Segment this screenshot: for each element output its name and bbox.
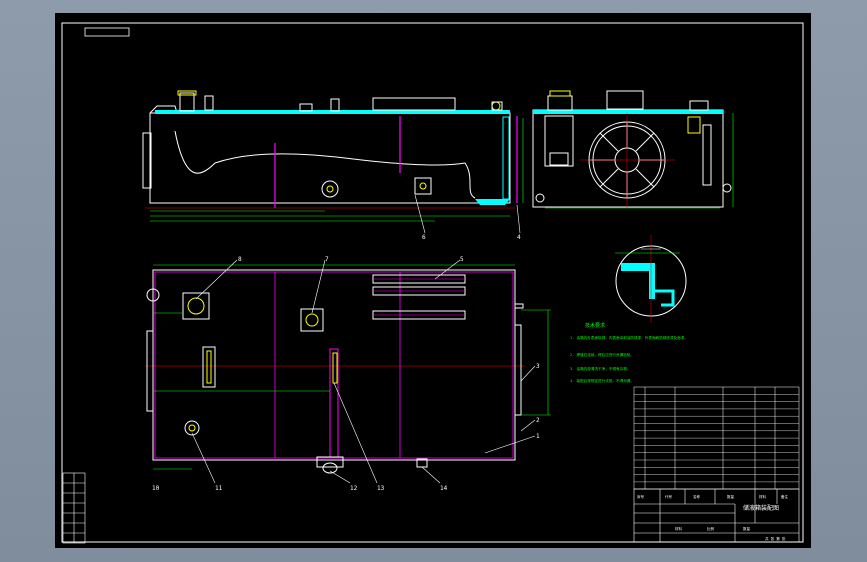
title-block-material: 材料: [675, 526, 683, 531]
assembly-drawing: 6 4 8 7 5 3 2 1 10 11 12 13 14 技术要求 1. 油…: [61, 22, 804, 544]
title-block-drawing-name: 储液箱装配图: [743, 504, 779, 512]
tech-req-3: 3. 油箱内部清洗干净，不得有杂物。: [570, 366, 630, 371]
bom-header-no: 序号: [637, 494, 645, 499]
title-block: [633, 488, 800, 543]
callout-5: 5: [460, 256, 464, 263]
callout-10: 10: [152, 485, 160, 492]
callout-3: 3: [536, 363, 540, 370]
title-block-qty: 数量: [743, 526, 751, 531]
callout-8: 8: [238, 256, 242, 263]
tech-req-title: 技术要求: [585, 322, 605, 329]
plan-view: 8 7 5 3 2 1 10 11 12 13 14: [145, 256, 551, 492]
callout-14: 14: [440, 485, 448, 492]
left-stamp-block: [62, 472, 86, 544]
title-block-scale: 比例: [707, 526, 715, 531]
inspection-cover: [580, 113, 675, 208]
tech-req-2: 2. 焊缝应连续，焊后应进行渗漏检验。: [570, 352, 634, 357]
callout-2: 2: [536, 417, 540, 424]
drawing-number-box: [84, 27, 130, 37]
title-block-sheet: 共 张 第 张: [765, 536, 786, 541]
bom-header-remark: 备注: [781, 494, 789, 499]
bom-header-name: 名称: [693, 494, 701, 499]
callout-1: 1: [536, 433, 540, 440]
drawing-sheet: 6 4 8 7 5 3 2 1 10 11 12 13 14 技术要求 1. 油…: [55, 13, 811, 548]
end-view: [532, 90, 734, 209]
detail-view: [615, 235, 687, 323]
callout-12: 12: [350, 485, 358, 492]
cad-viewport[interactable]: 6 4 8 7 5 3 2 1 10 11 12 13 14 技术要求 1. 油…: [0, 0, 867, 562]
callout-13: 13: [377, 485, 385, 492]
side-view: 6 4: [142, 90, 524, 241]
tech-req-1: 1. 油箱内外表面除锈，内表面涂耐油防锈漆，外表面刷防锈底漆及面漆。: [570, 335, 688, 340]
bom-header-material: 材料: [759, 494, 767, 499]
callout-6: 6: [422, 234, 426, 241]
callout-4: 4: [517, 234, 521, 241]
bom-header-qty: 数量: [727, 494, 735, 499]
bom-rows: [634, 394, 799, 483]
technical-requirements: 技术要求 1. 油箱内外表面除锈，内表面涂耐油防锈漆，外表面刷防锈底漆及面漆。 …: [570, 322, 688, 383]
tech-req-4: 4. 装配后按规定进行试验，不得渗漏。: [570, 378, 634, 383]
callout-11: 11: [215, 485, 223, 492]
callout-7: 7: [325, 256, 329, 263]
bom-header-code: 代号: [665, 494, 673, 499]
